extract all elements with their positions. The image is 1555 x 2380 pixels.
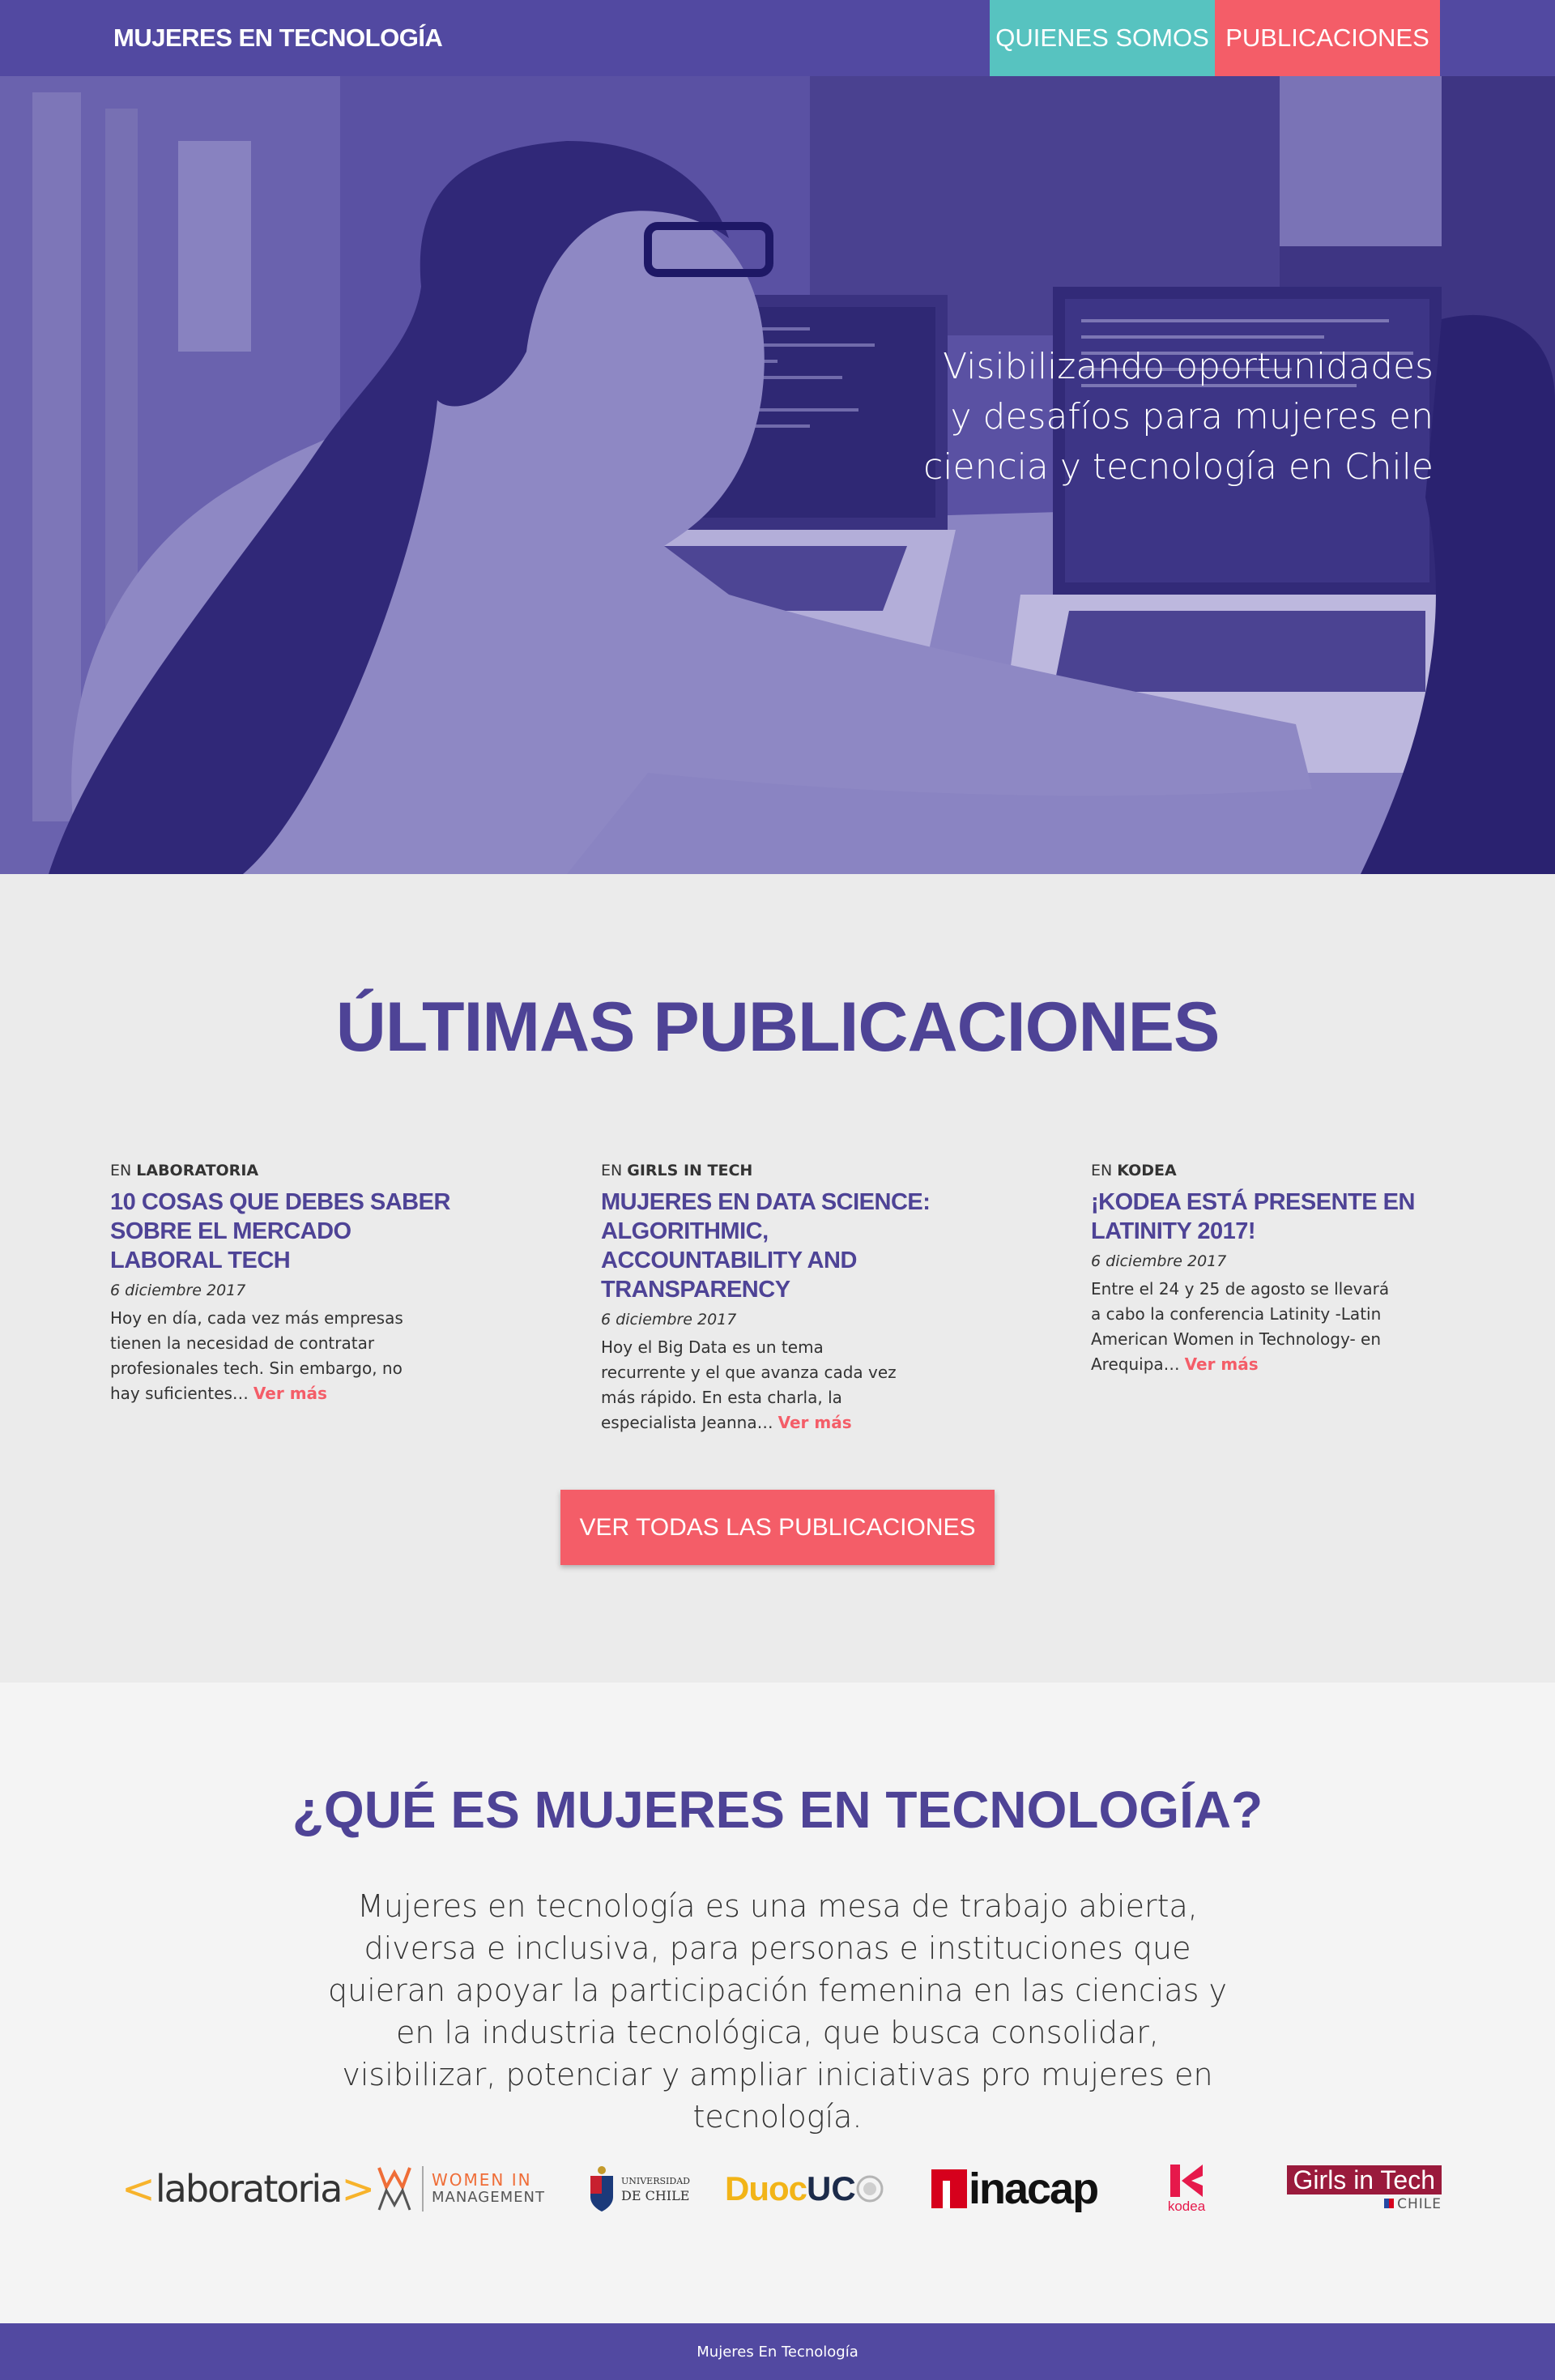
post-category: EN GIRLS IN TECH	[601, 1162, 957, 1179]
girls-in-tech-chile-logo[interactable]: Girls in Tech CHILE	[1263, 2152, 1442, 2225]
universidad-de-chile-logo[interactable]: UNIVERSIDAD DE CHILE	[587, 2152, 692, 2225]
nav-about-button[interactable]: QUIENES SOMOS	[990, 0, 1215, 76]
kodea-wordmark: kodea	[1167, 2199, 1206, 2214]
about-title-tecnologia: TECNOLOGÍA	[885, 1781, 1232, 1839]
about-section: ¿QUÉ ES MUJERES EN TECNOLOGÍA? Mujeres e…	[0, 1683, 1555, 2323]
latest-publications-section: ÚLTIMAS PUBLICACIONES EN LABORATORIA 10 …	[0, 874, 1555, 1683]
latest-publications-title: ÚLTIMAS PUBLICACIONES	[335, 988, 1221, 1066]
about-title-que: QUÉ	[323, 1781, 437, 1839]
wim-text: WOMEN IN MANAGEMENT	[432, 2171, 545, 2207]
inacap-mark-icon	[931, 2169, 967, 2208]
uc-wordmark: UC	[807, 2169, 856, 2207]
post-category: EN KODEA	[1091, 1162, 1447, 1179]
git-chile-text: CHILE	[1397, 2196, 1442, 2212]
about-title-en: EN	[784, 1781, 886, 1839]
about-title-mujeres: MUJERES	[534, 1781, 785, 1839]
uchile-line1: UNIVERSIDAD	[621, 2176, 690, 2186]
kodea-logo[interactable]: kodea	[1158, 2152, 1215, 2225]
post-excerpt-text: Hoy el Big Data es un tema recurrente y …	[601, 1337, 897, 1432]
footer: Mujeres En Tecnología	[0, 2323, 1555, 2380]
about-title-es: ES	[436, 1781, 535, 1839]
wim-line1: WOMEN IN	[432, 2170, 532, 2190]
about-title: ¿QUÉ ES MUJERES EN TECNOLOGÍA?	[0, 1780, 1555, 1840]
uchile-text: UNIVERSIDAD DE CHILE	[621, 2174, 690, 2203]
post-card: EN GIRLS IN TECH MUJERES EN DATA SCIENCE…	[601, 1162, 957, 1435]
post-category: EN LABORATORIA	[110, 1162, 466, 1179]
read-more-link[interactable]: Ver más	[253, 1384, 327, 1403]
uchile-crest-icon	[590, 2166, 613, 2212]
wim-line2: MANAGEMENT	[432, 2189, 545, 2206]
post-card: EN KODEA ¡KODEA ESTÁ PRESENTE EN LATINIT…	[1091, 1162, 1447, 1377]
laboratoria-logo[interactable]: < laboratoria >	[121, 2152, 375, 2225]
post-category-prefix: EN	[601, 1162, 623, 1179]
post-date: 6 diciembre 2017	[110, 1282, 246, 1299]
laboratoria-bracket-left: <	[121, 2165, 156, 2212]
wim-divider	[422, 2166, 424, 2212]
hero-tagline: Visibilizando oportunidades y desafíos p…	[923, 346, 1434, 488]
post-category-prefix: EN	[110, 1162, 132, 1179]
post-category-link[interactable]: LABORATORIA	[136, 1162, 258, 1179]
git-flag-icon	[1384, 2199, 1395, 2208]
post-excerpt: Hoy el Big Data es un tema recurrente y …	[601, 1335, 901, 1435]
women-in-management-logo[interactable]: WOMEN IN MANAGEMENT	[377, 2152, 547, 2225]
git-chile: CHILE	[1384, 2196, 1442, 2212]
post-category-prefix: EN	[1091, 1162, 1113, 1179]
post-date: 6 diciembre 2017	[601, 1311, 737, 1329]
read-more-link[interactable]: Ver más	[778, 1413, 852, 1432]
laboratoria-wordmark: laboratoria	[155, 2167, 343, 2211]
partner-logos: < laboratoria > WOMEN IN MANAGEMENT UNIVER…	[113, 2152, 1442, 2225]
post-excerpt: Hoy en día, cada vez más empresas tienen…	[110, 1306, 410, 1406]
wim-monogram-icon	[377, 2167, 411, 2211]
brand-logo-text[interactable]: MUJERES EN TECNOLOGÍA	[113, 0, 443, 76]
post-title[interactable]: 10 COSAS QUE DEBES SABER SOBRE EL MERCAD…	[110, 1188, 466, 1275]
git-wordmark: Girls in Tech	[1286, 2165, 1442, 2194]
duoc-uc-logo[interactable]: Duoc UC	[725, 2152, 895, 2225]
all-publications-button[interactable]: VER TODAS LAS PUBLICACIONES	[560, 1490, 995, 1565]
about-title-open: ¿	[292, 1781, 324, 1839]
laboratoria-bracket-right: >	[341, 2165, 376, 2212]
navbar: MUJERES EN TECNOLOGÍA QUIENES SOMOS PUBL…	[0, 0, 1555, 76]
post-excerpt: Entre el 24 y 25 de agosto se llevará a …	[1091, 1277, 1391, 1377]
about-description: Mujeres en tecnología es una mesa de tra…	[328, 1888, 1227, 2135]
inacap-logo[interactable]: inacap	[931, 2152, 1126, 2225]
post-category-link[interactable]: KODEA	[1117, 1162, 1176, 1179]
post-title[interactable]: ¡KODEA ESTÁ PRESENTE EN LATINITY 2017!	[1091, 1188, 1447, 1246]
post-card: EN LABORATORIA 10 COSAS QUE DEBES SABER …	[110, 1162, 466, 1406]
post-title[interactable]: MUJERES EN DATA SCIENCE: ALGORITHMIC, AC…	[601, 1188, 957, 1304]
read-more-link[interactable]: Ver más	[1185, 1354, 1259, 1374]
hero-section: Visibilizando oportunidades y desafíos p…	[0, 76, 1555, 874]
about-title-close: ?	[1231, 1781, 1263, 1839]
duoc-wordmark: Duoc	[725, 2169, 807, 2207]
kodea-mark-icon	[1170, 2165, 1203, 2197]
post-date: 6 diciembre 2017	[1091, 1252, 1227, 1270]
uchile-line2: DE CHILE	[621, 2188, 690, 2203]
footer-text: Mujeres En Tecnología	[697, 2343, 858, 2361]
inacap-wordmark: inacap	[969, 2165, 1099, 2213]
duoc-seal-icon	[856, 2175, 884, 2203]
nav-publications-button[interactable]: PUBLICACIONES	[1215, 0, 1440, 76]
post-category-link[interactable]: GIRLS IN TECH	[627, 1162, 752, 1179]
